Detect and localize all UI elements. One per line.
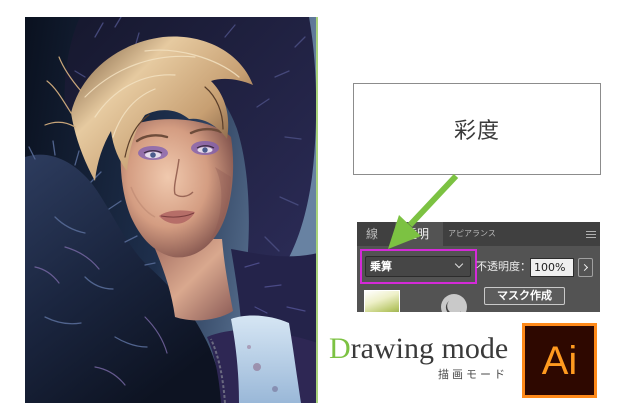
illustrator-logo: Ai xyxy=(522,323,597,398)
menu-icon-line xyxy=(586,237,596,238)
artwork-thumbnail[interactable] xyxy=(364,290,400,312)
heading-subtitle: 描画モード xyxy=(438,368,508,381)
tab-label: 線 xyxy=(366,227,379,241)
tab-stroke[interactable]: 線 xyxy=(357,222,387,246)
menu-icon[interactable] xyxy=(586,231,596,239)
blend-mode-dropdown[interactable]: 乗算 xyxy=(365,256,471,277)
arrow-shaft xyxy=(407,173,459,228)
menu-icon-line xyxy=(586,234,596,235)
make-mask-button[interactable]: マスク作成 xyxy=(484,287,565,305)
heading-rest: rawing mode xyxy=(350,332,509,365)
opacity-slider-button[interactable] xyxy=(578,258,593,277)
tab-transparency[interactable]: 透明 xyxy=(395,222,443,246)
panel-tabbar: 線 透明 アピアランス xyxy=(357,222,600,246)
heading: Drawing mode xyxy=(329,332,508,366)
callout-box: 彩度 xyxy=(353,83,601,175)
tab-label: アピアランス xyxy=(448,229,496,238)
portrait-illustration xyxy=(25,17,318,403)
transparency-panel: 線 透明 アピアランス 乗算 不透明度： 100% マスク作成 xyxy=(357,222,600,312)
opacity-input[interactable]: 100% xyxy=(530,258,574,277)
menu-icon-line xyxy=(586,231,596,232)
callout-label: 彩度 xyxy=(453,119,500,144)
tab-label: 透明 xyxy=(405,227,430,241)
chevron-down-icon xyxy=(454,259,464,269)
portrait-photo xyxy=(25,17,318,403)
opacity-label: 不透明度： xyxy=(476,260,531,273)
tab-appearance[interactable]: アピアランス xyxy=(443,222,505,246)
blend-mode-value: 乗算 xyxy=(370,260,392,273)
heading-first-letter: D xyxy=(329,332,351,365)
mask-link-glyph xyxy=(441,294,467,312)
canvas: 彩度 線 透明 アピアランス 乗算 不透明度： 100% マスク作成 Drawi… xyxy=(0,0,620,420)
chevron-right-icon xyxy=(580,263,589,272)
logo-text: Ai xyxy=(541,338,578,383)
photo-edge xyxy=(316,17,318,403)
mask-link-icon[interactable] xyxy=(439,292,469,312)
